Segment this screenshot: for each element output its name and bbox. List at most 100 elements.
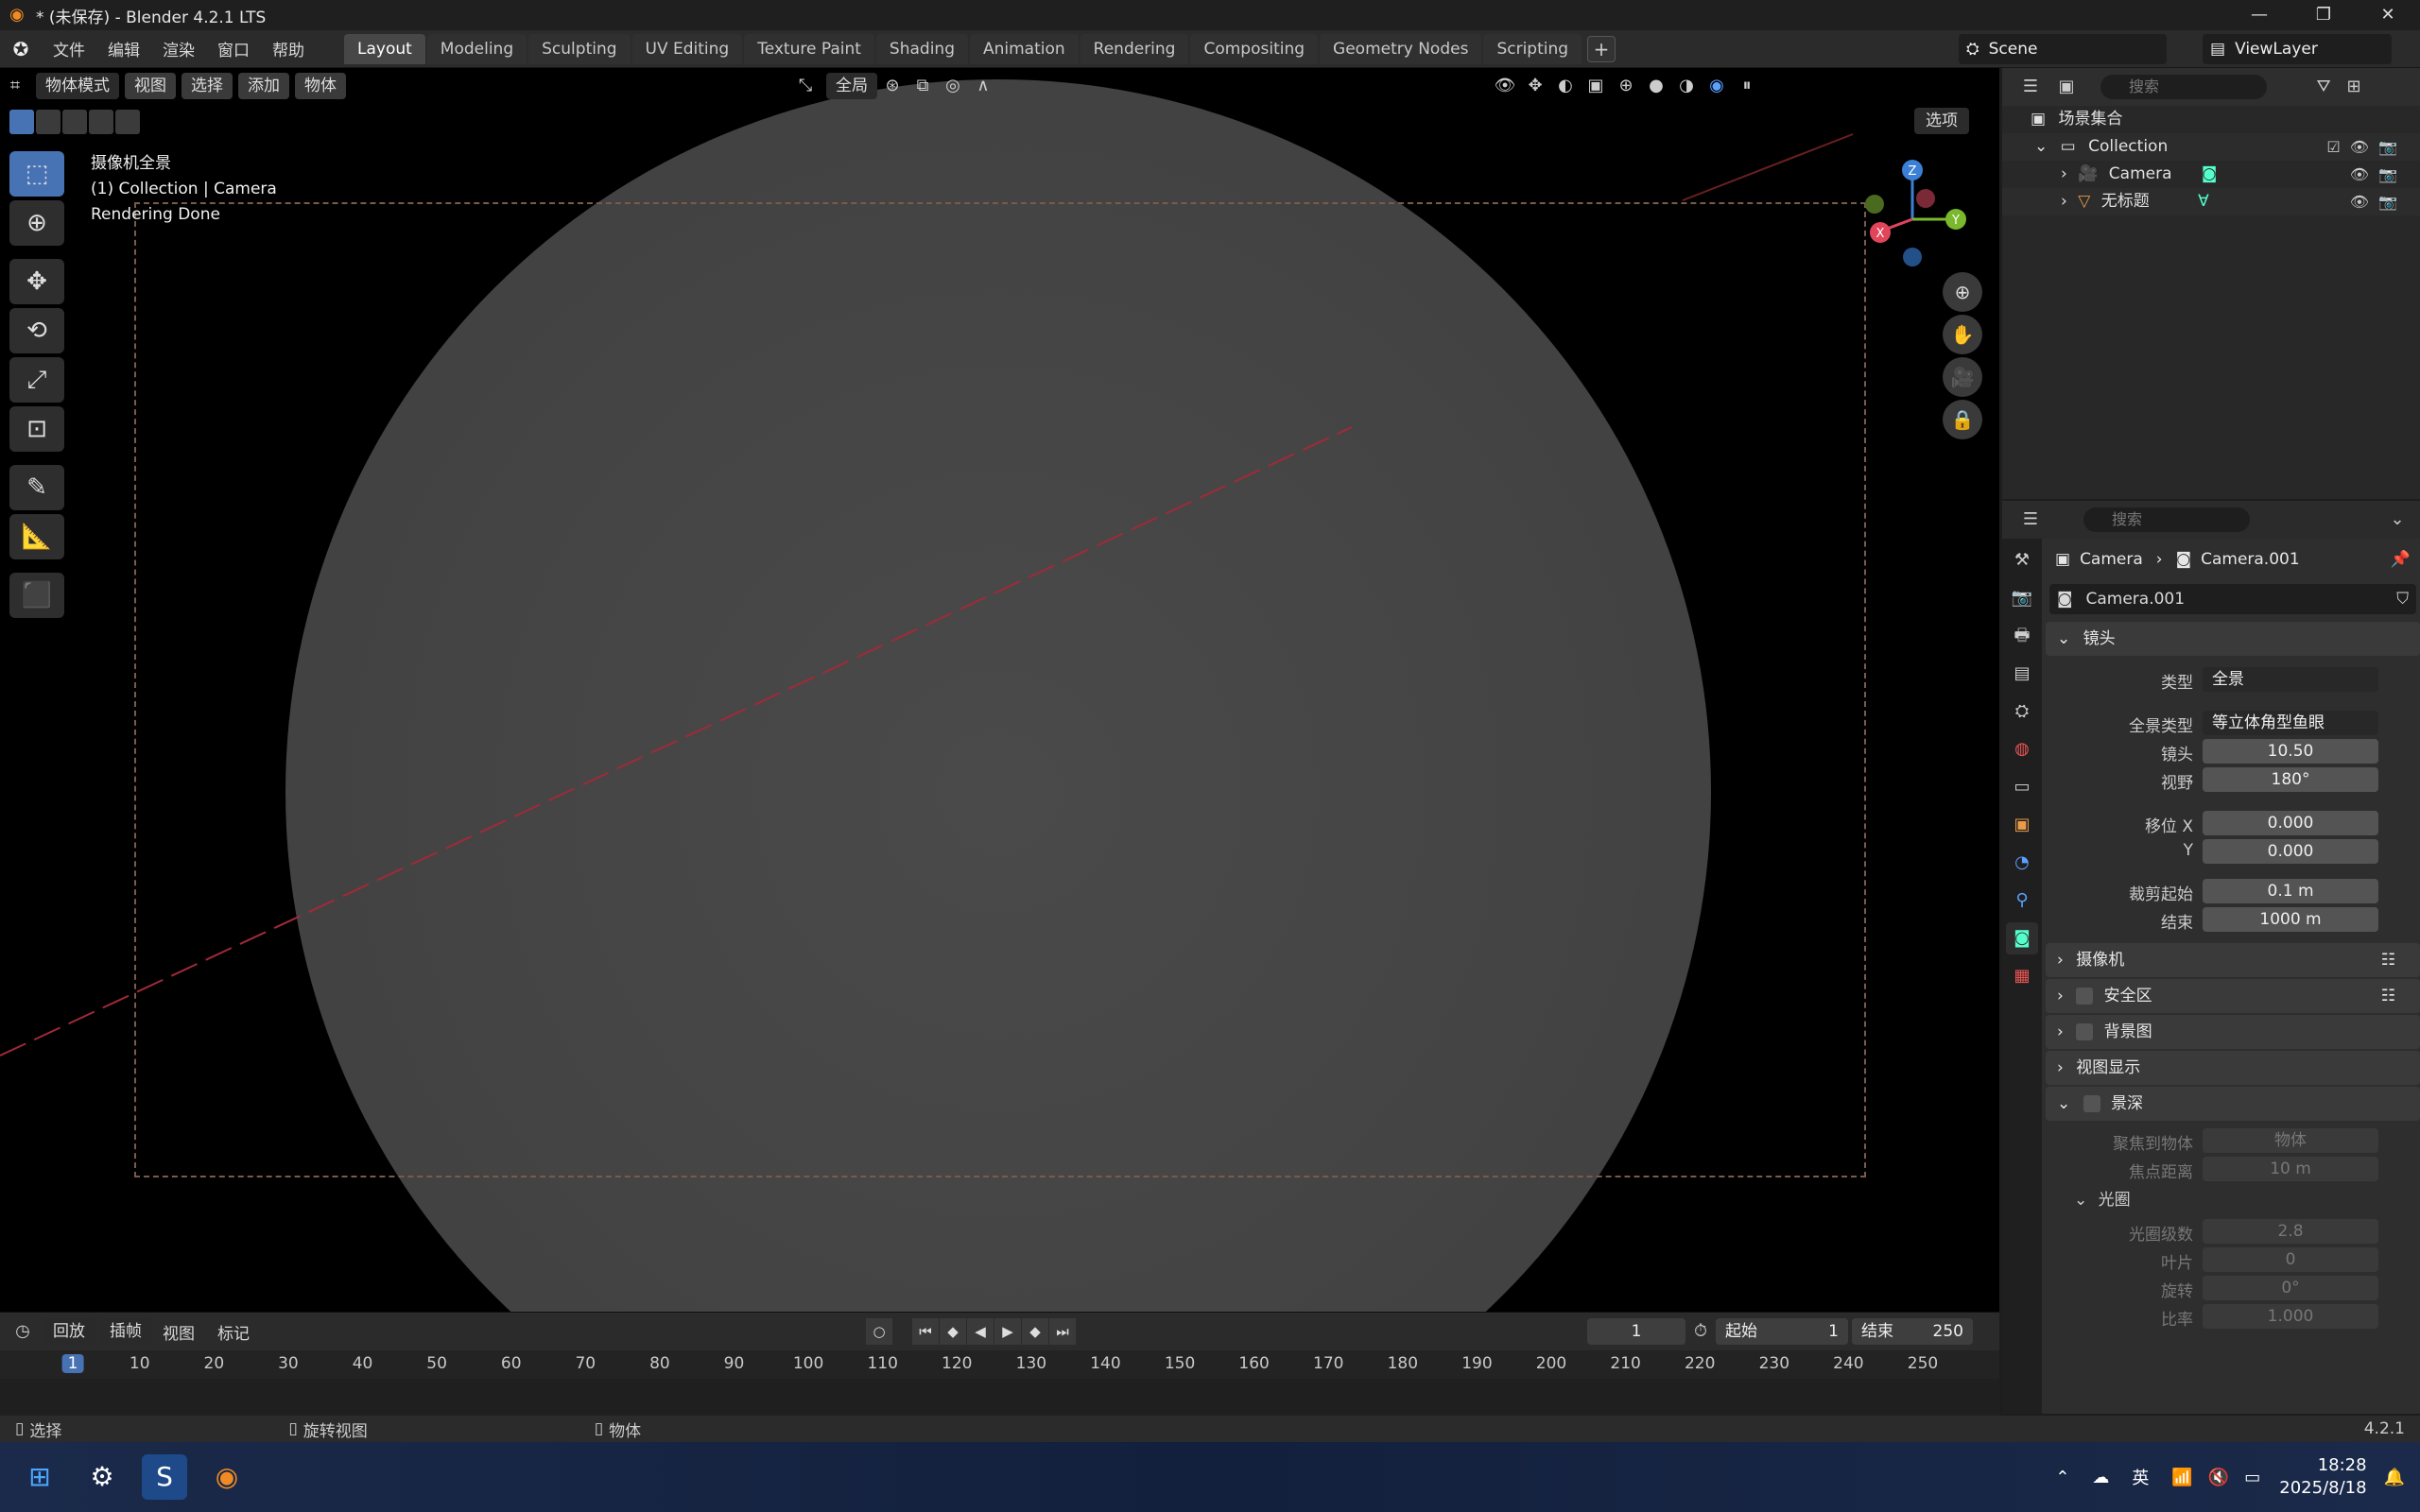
tab-geometry-nodes[interactable]: Geometry Nodes: [1320, 33, 1482, 64]
keying-menu[interactable]: 插帧: [100, 1318, 151, 1345]
overlay-toggle-icon[interactable]: ◐: [1550, 72, 1581, 100]
prev-keyframe-icon[interactable]: ◆: [940, 1318, 966, 1345]
tab-animation[interactable]: Animation: [969, 33, 1079, 64]
blender-logo-icon[interactable]: ✪: [0, 38, 42, 60]
end-frame-field[interactable]: 结束 250: [1852, 1318, 1973, 1345]
properties-search-input[interactable]: 搜索: [2083, 507, 2250, 532]
gizmo-toggle-icon[interactable]: ✥: [1520, 72, 1550, 100]
auto-keying-icon[interactable]: ○: [866, 1318, 892, 1345]
collection-expand-icon[interactable]: ⌄: [2034, 137, 2048, 156]
volume-icon[interactable]: 🔇: [2208, 1468, 2229, 1487]
pause-render-icon[interactable]: ⏸: [1732, 72, 1762, 100]
falloff-icon[interactable]: ∧: [968, 72, 998, 100]
next-keyframe-icon[interactable]: ◆: [1022, 1318, 1048, 1345]
camera-expand-icon[interactable]: ›: [2061, 164, 2067, 183]
tool-tab-icon[interactable]: ⚒: [2006, 544, 2038, 576]
settings-app-icon[interactable]: ⚙: [79, 1454, 125, 1500]
preview-range-icon[interactable]: ⏱: [1685, 1317, 1716, 1346]
constraints-tab-icon[interactable]: ⚲: [2006, 885, 2038, 917]
tray-overflow-icon[interactable]: ⌃: [2055, 1468, 2069, 1487]
select-new-icon[interactable]: [9, 110, 34, 134]
select-intersect-icon[interactable]: [115, 110, 140, 134]
maximize-button[interactable]: ❐: [2291, 0, 2356, 30]
3d-viewport[interactable]: ⌗ 物体模式 视图 选择 添加 物体 ⤡ 全局 ⊛ ⧉ ◎ ∧ 👁 ✥ ◐ ▣ …: [0, 68, 1999, 1312]
onedrive-icon[interactable]: ☁: [2092, 1468, 2109, 1487]
jump-start-icon[interactable]: ⏮: [912, 1318, 939, 1345]
safe-areas-checkbox[interactable]: [2076, 988, 2094, 1005]
menu-object[interactable]: 物体: [295, 73, 346, 99]
editor-type-icon[interactable]: ⌗: [0, 72, 30, 100]
texture-tab-icon[interactable]: ▦: [2006, 960, 2038, 992]
zoom-icon[interactable]: ⊕: [1943, 272, 1982, 312]
clock[interactable]: 18:28 2025/8/18: [2279, 1454, 2366, 1500]
type-dropdown[interactable]: 全景: [2203, 667, 2378, 692]
frame-ruler[interactable]: 1 10 20 30 40 50 60 70 80 90 100 110 120 130 140 150 160…: [0, 1350, 1999, 1417]
lens-field[interactable]: 10.50: [2203, 739, 2378, 764]
camera-toggles[interactable]: 👁📷: [2350, 161, 2407, 188]
display-mode-icon[interactable]: ▣: [2051, 73, 2082, 101]
outliner-item-untitled[interactable]: › ▽ 无标题 ∀ 👁📷: [2002, 188, 2420, 215]
tab-modeling[interactable]: Modeling: [426, 33, 527, 64]
move-tool-icon[interactable]: ✥: [9, 259, 64, 304]
wifi-icon[interactable]: 📶: [2171, 1468, 2192, 1487]
scene-tab-icon[interactable]: ⛭: [2006, 696, 2038, 728]
start-frame-field[interactable]: 起始 1: [1716, 1318, 1848, 1345]
camera-panel-header[interactable]: › 摄像机 ☷: [2046, 943, 2420, 977]
viewport-display-panel-header[interactable]: › 视图显示: [2046, 1051, 2420, 1085]
jump-end-icon[interactable]: ⏭: [1049, 1318, 1076, 1345]
fake-user-shield-icon[interactable]: ⛉: [2396, 590, 2409, 609]
properties-editor-icon[interactable]: ☰: [2015, 506, 2046, 534]
battery-icon[interactable]: ▭: [2244, 1468, 2260, 1487]
wireframe-shading-icon[interactable]: ⊕: [1611, 72, 1641, 100]
timeline-editor-type-icon[interactable]: ◷: [8, 1317, 38, 1346]
scene-collection-row[interactable]: ▣ 场景集合: [2002, 106, 2420, 133]
tab-scripting[interactable]: Scripting: [1483, 33, 1582, 64]
sketchup-app-icon[interactable]: S: [142, 1454, 187, 1500]
new-collection-icon[interactable]: ⊞: [2339, 73, 2369, 101]
collection-row[interactable]: ⌄ ▭ Collection ☑👁📷: [2002, 133, 2420, 161]
tab-rendering[interactable]: Rendering: [1080, 33, 1189, 64]
properties-options-icon[interactable]: ⌄: [2382, 506, 2412, 534]
ratio-field[interactable]: 1.000: [2203, 1304, 2378, 1329]
background-images-checkbox[interactable]: [2076, 1023, 2094, 1040]
menu-add[interactable]: 添加: [238, 73, 289, 99]
add-workspace-button[interactable]: +: [1587, 35, 1616, 62]
tab-uv-editing[interactable]: UV Editing: [631, 33, 743, 64]
untitled-toggles[interactable]: 👁📷: [2350, 188, 2407, 215]
transform-tool-icon[interactable]: ⊡: [9, 406, 64, 452]
dof-panel-header[interactable]: ⌄ 景深: [2046, 1087, 2420, 1121]
select-extend-icon[interactable]: [36, 110, 60, 134]
options-dropdown[interactable]: 选项: [1914, 108, 1969, 134]
xray-icon[interactable]: ▣: [1581, 72, 1611, 100]
add-cube-tool-icon[interactable]: ⬛: [9, 573, 64, 618]
view-layer-selector[interactable]: ▤ ViewLayer: [2203, 34, 2392, 64]
navigation-gizmo[interactable]: Z Y X: [1837, 153, 1988, 285]
safe-areas-presets-icon[interactable]: ☷: [2381, 979, 2395, 1013]
output-tab-icon[interactable]: 🖶: [2006, 620, 2038, 652]
play-icon[interactable]: ▶: [994, 1318, 1021, 1345]
close-button[interactable]: ✕: [2356, 0, 2420, 30]
menu-view[interactable]: 视图: [125, 73, 176, 99]
timeline-track-area[interactable]: [0, 1379, 1999, 1417]
pivot-icon[interactable]: ⊛: [877, 72, 908, 100]
ime-indicator[interactable]: 英: [2132, 1465, 2149, 1489]
menu-select[interactable]: 选择: [182, 73, 233, 99]
aperture-subpanel-header[interactable]: ⌄ 光圈: [2046, 1183, 2420, 1217]
notification-bell-icon[interactable]: 🔔: [2384, 1468, 2405, 1487]
clip-start-field[interactable]: 0.1 m: [2203, 879, 2378, 903]
datablock-selector[interactable]: ◙ Camera.001 ⛉: [2049, 584, 2416, 614]
world-tab-icon[interactable]: ◍: [2006, 733, 2038, 765]
rotation-field[interactable]: 0°: [2203, 1276, 2378, 1300]
select-subtract-icon[interactable]: [62, 110, 87, 134]
tab-shading[interactable]: Shading: [875, 33, 968, 64]
focus-distance-field[interactable]: 10 m: [2203, 1157, 2378, 1181]
visibility-icon[interactable]: 👁: [1490, 72, 1520, 100]
measure-tool-icon[interactable]: 📐: [9, 514, 64, 559]
select-box-tool-icon[interactable]: ⬚: [9, 151, 64, 197]
view-layer-tab-icon[interactable]: ▤: [2006, 658, 2038, 690]
render-tab-icon[interactable]: 📷: [2006, 582, 2038, 614]
camera-view-icon[interactable]: 🎥: [1943, 357, 1982, 397]
dof-checkbox[interactable]: [2083, 1095, 2100, 1112]
shift-x-field[interactable]: 0.000: [2203, 811, 2378, 835]
solid-shading-icon[interactable]: ●: [1641, 72, 1671, 100]
